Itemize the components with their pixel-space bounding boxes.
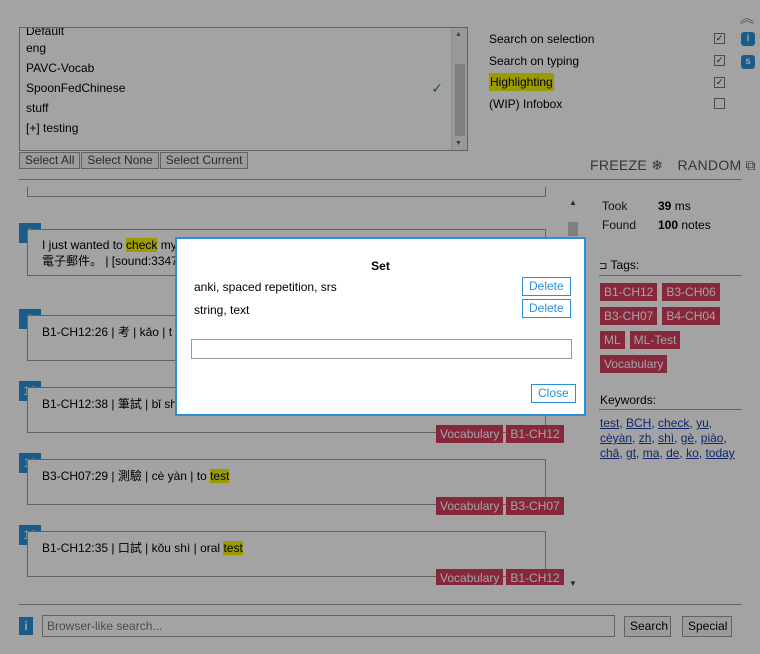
close-button[interactable]: Close — [531, 384, 576, 403]
set-entry: string, text — [194, 303, 250, 317]
new-entry-input[interactable] — [191, 339, 572, 359]
delete-button[interactable]: Delete — [522, 277, 571, 296]
dialog-title: Set — [371, 259, 390, 273]
set-dialog: Set anki, spaced repetition, srs Delete … — [175, 237, 586, 416]
set-entry: anki, spaced repetition, srs — [194, 280, 337, 294]
delete-button[interactable]: Delete — [522, 299, 571, 318]
